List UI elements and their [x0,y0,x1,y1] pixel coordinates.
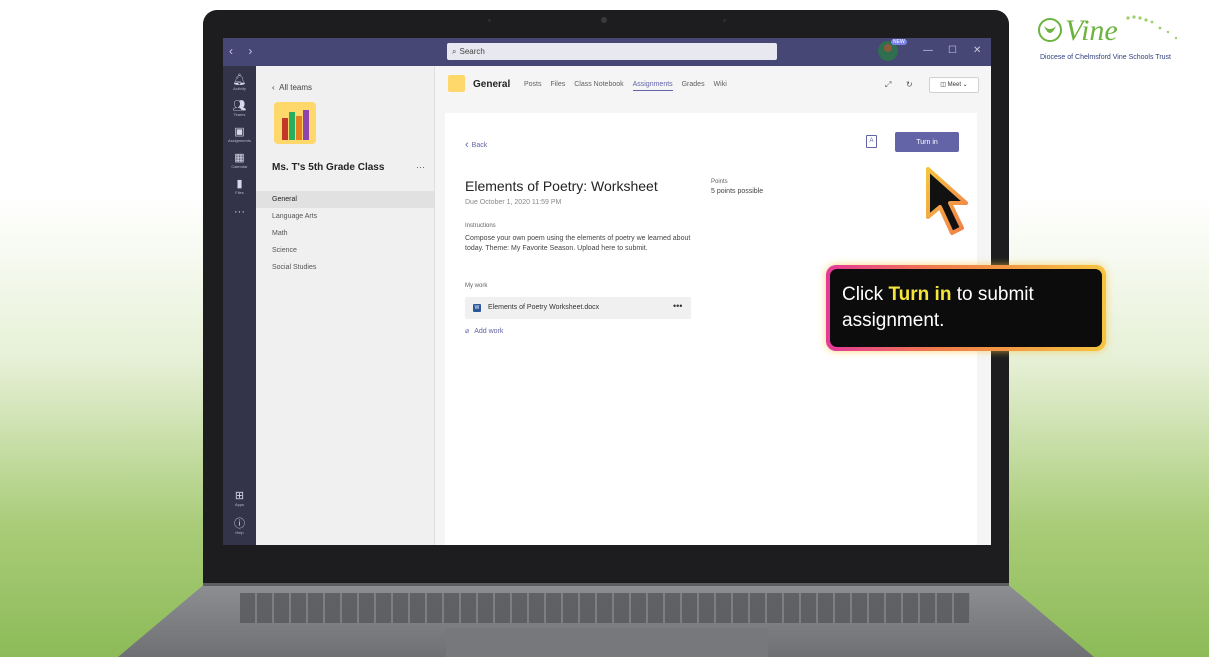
laptop-trackpad [446,628,768,657]
bell-icon: 🔔︎ [232,74,247,86]
assignment-due-date: Due October 1, 2020 11:59 PM [465,199,562,206]
team-logo [274,102,316,144]
attached-file[interactable]: W Elements of Poetry Worksheet.docx ••• [465,297,691,319]
instructions-label: Instructions [465,223,496,229]
vine-subtitle: Diocese of Chelmsford Vine Schools Trust [1040,54,1171,61]
tab-grades[interactable]: Grades [682,81,705,88]
history-arrows[interactable]: ‹ › [229,44,258,58]
search-input[interactable]: ⌕ Search [447,43,777,60]
channel-logo [448,75,465,92]
laptop-keyboard [240,593,970,623]
assignment-title: Elements of Poetry: Worksheet [465,178,658,194]
search-icon: ⌕ [452,47,457,56]
calendar-icon: ▦ [234,152,245,164]
tab-wiki[interactable]: Wiki [714,81,727,88]
webcam [601,17,607,23]
rail-item-more[interactable]: ··· [223,206,256,218]
tab-files[interactable]: Files [550,81,565,88]
rail-item-apps[interactable]: ⊞ Apps [223,490,256,507]
word-doc-icon: W [473,304,481,312]
pointer-arrow-icon [926,167,968,235]
rail-item-files[interactable]: ▮ Files [223,178,256,195]
title-bar: ‹ › ⌕ Search NEW — ☐ ✕ [223,38,991,66]
channel-header: General Posts Files Class Notebook Assig… [435,66,991,104]
rail-item-activity[interactable]: 🔔︎ Activity [223,74,256,91]
apps-icon: ⊞ [234,490,245,502]
video-icon: ◫ [940,82,946,88]
channel-language-arts[interactable]: Language Arts [256,208,434,225]
chevron-left-icon: ‹ [272,83,275,92]
tab-posts[interactable]: Posts [524,81,542,88]
rail-item-calendar[interactable]: ▦ Calendar [223,152,256,169]
channel-title: General [473,79,511,90]
file-icon: ▮ [236,178,243,190]
backpack-icon: ▣ [234,126,245,138]
tab-assignments[interactable]: Assignments [632,81,673,91]
callout-highlight: Turn in [888,284,952,305]
team-name: Ms. T's 5th Grade Class [272,162,385,173]
add-work-button[interactable]: ⌀ Add work [465,327,503,335]
paperclip-icon: ⌀ [465,328,470,335]
chevron-down-icon: ⌄ [962,82,968,88]
points-value: 5 points possible [711,188,764,195]
expand-icon[interactable]: ⤢ [885,80,891,90]
back-button[interactable]: ‹ Back [465,139,487,151]
channel-general[interactable]: General [256,191,434,208]
immersive-reader-icon[interactable]: A [866,135,877,148]
file-more-button[interactable]: ••• [673,301,682,311]
channel-tabs: Posts Files Class Notebook Assignments G… [524,81,734,91]
instructions-text: Compose your own poem using the elements… [465,235,691,252]
channel-social-studies[interactable]: Social Studies [256,259,434,276]
rail-item-help[interactable]: ⓘ Help [223,518,256,535]
maximize-button[interactable]: ☐ [948,45,957,56]
avatar-badge: NEW [891,39,907,45]
channel-science[interactable]: Science [256,242,434,259]
my-work-label: My work [465,283,488,289]
channel-math[interactable]: Math [256,225,434,242]
refresh-icon[interactable]: ↻ [906,80,913,89]
tab-class-notebook[interactable]: Class Notebook [574,81,623,88]
file-name: Elements of Poetry Worksheet.docx [488,304,600,311]
teams-panel: ‹ All teams Ms. T's 5th Grade Class ··· … [256,66,435,545]
vine-wordmark: Vine [1065,14,1118,47]
meet-button[interactable]: ◫ Meet ⌄ [929,77,979,93]
minimize-button[interactable]: — [923,45,933,56]
rail-item-assignments[interactable]: ▣ Assignments [223,126,256,143]
rail-item-teams[interactable]: 👥︎ Teams [223,100,256,117]
more-icon: ··· [234,206,245,218]
instruction-callout: Click Turn in to submit assignment. [826,265,1106,351]
team-more-button[interactable]: ··· [416,162,425,172]
points-label: Points [711,179,728,185]
turn-in-button[interactable]: Turn in [895,132,959,152]
help-icon: ⓘ [234,518,245,530]
app-rail: 🔔︎ Activity 👥︎ Teams ▣ Assignments ▦ Calenda… [223,66,256,545]
teams-icon: 👥︎ [232,100,247,112]
chevron-left-icon: ‹ [465,139,469,151]
close-button[interactable]: ✕ [973,45,981,56]
all-teams-link[interactable]: ‹ All teams [272,83,312,92]
callout-text: Click Turn in to submit assignment. [830,269,1102,347]
